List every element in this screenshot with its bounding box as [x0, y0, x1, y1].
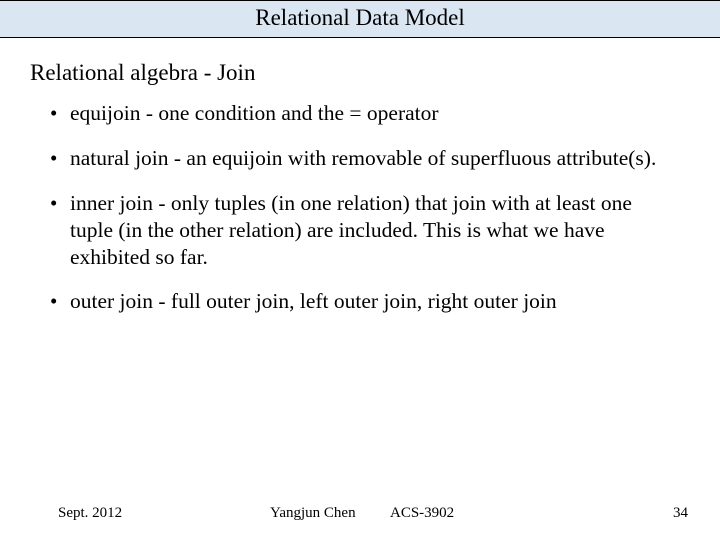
- footer-course: ACS-3902: [390, 505, 454, 522]
- slide-title-bar: Relational Data Model: [0, 0, 720, 38]
- slide-title: Relational Data Model: [255, 5, 465, 30]
- footer-page-number: 34: [673, 505, 688, 522]
- bullet-list: equijoin - one condition and the = opera…: [0, 86, 720, 315]
- footer-author: Yangjun Chen: [270, 505, 356, 522]
- list-item: outer join - full outer join, left outer…: [70, 288, 720, 315]
- footer-date: Sept. 2012: [58, 505, 122, 522]
- list-item: equijoin - one condition and the = opera…: [70, 100, 720, 127]
- slide-subtitle: Relational algebra - Join: [0, 38, 720, 86]
- list-item: natural join - an equijoin with removabl…: [70, 145, 720, 172]
- list-item: inner join - only tuples (in one relatio…: [70, 190, 720, 271]
